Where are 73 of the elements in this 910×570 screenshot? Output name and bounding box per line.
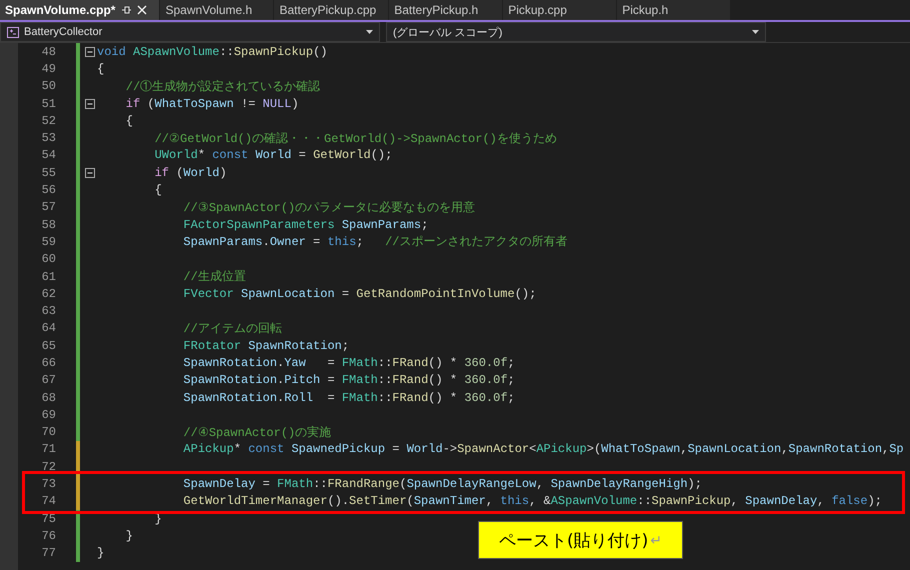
- code-line: if (World): [154, 166, 227, 180]
- line-number: 51: [40, 96, 57, 111]
- pin-icon[interactable]: [121, 5, 132, 15]
- line-number: 70: [40, 425, 57, 440]
- line-number: 62: [40, 286, 57, 301]
- code-line: FActorSpawnParameters SpawnParams;: [182, 218, 428, 232]
- code-line: void ASpawnVolume::SpawnPickup(): [97, 44, 328, 59]
- line-number: 54: [40, 148, 57, 162]
- project-icon: [7, 26, 19, 38]
- code-line: //生成位置: [182, 269, 246, 285]
- code-line: //①生成物が設定されているか確認: [124, 78, 320, 95]
- code-line: SpawnRotation.Roll = FMath::FRand() * 360.0f;: [182, 390, 515, 405]
- code-line: }: [124, 528, 134, 543]
- project-dropdown[interactable]: BatteryCollector: [0, 22, 380, 42]
- file-tab[interactable]: SpawnVolume.h: [160, 0, 274, 20]
- return-mark: ↵: [650, 532, 662, 548]
- callout-text: ペースト(貼り付け): [499, 530, 648, 552]
- code-line: if (WhatToSpawn != NULL): [124, 96, 299, 111]
- code-line: SpawnRotation.Yaw = FMath::FRand() * 360.0f;: [182, 356, 515, 370]
- caret-icon: [366, 30, 373, 34]
- code-line: GetWorldTimerManager().SetTimer(SpawnTimer, this, &ASpawnVolume::SpawnPickup, SpawnDelay, false);: [182, 494, 882, 508]
- line-number: 56: [40, 183, 57, 198]
- line-number: 72: [40, 460, 57, 474]
- code-line: //アイテムの回転: [182, 320, 282, 337]
- line-number: 64: [40, 321, 57, 336]
- code-line: UWorld* const World = GetWorld();: [154, 148, 392, 162]
- close-icon[interactable]: [137, 5, 148, 15]
- line-number: 52: [40, 114, 57, 128]
- line-number: 53: [40, 131, 57, 146]
- line-number: 76: [40, 528, 57, 543]
- collapse-icon[interactable]: [85, 46, 95, 57]
- file-tab[interactable]: BatteryPickup.cpp: [274, 0, 388, 20]
- collapse-icon[interactable]: [85, 98, 95, 109]
- line-number: 66: [40, 356, 57, 370]
- line-number: 74: [40, 494, 57, 508]
- line-number: 60: [40, 252, 57, 266]
- line-number: 67: [40, 373, 57, 388]
- line-number: 57: [40, 200, 57, 214]
- line-number: 55: [40, 166, 57, 180]
- file-tab[interactable]: Pickup.h: [617, 0, 730, 20]
- code-line: SpawnRotation.Pitch = FMath::FRand() * 360.0f;: [182, 373, 515, 388]
- line-number: 58: [40, 218, 57, 232]
- caret-icon: [752, 30, 759, 34]
- line-number: 49: [40, 62, 57, 76]
- code-line: //④SpawnActor()の実施: [182, 424, 332, 441]
- code-line: APickup* const SpawnedPickup = World->SpawnActor<APickup>(WhatToSpawn,SpawnLocation,SpawnRotation,Sp: [182, 442, 904, 456]
- file-tab[interactable]: Pickup.cpp: [503, 0, 616, 20]
- code-line: //③SpawnActor()のパラメータに必要なものを用意: [182, 200, 476, 216]
- file-tab[interactable]: BatteryPickup.h: [389, 0, 502, 20]
- line-number: 68: [40, 390, 57, 405]
- scope-dropdown[interactable]: (グローバル スコープ): [386, 22, 766, 42]
- line-number: 63: [40, 304, 57, 318]
- code-line: FRotator SpawnRotation;: [182, 338, 350, 353]
- code-line: //②GetWorld()の確認・・・GetWorld()->SpawnActor()を使うため: [154, 130, 557, 147]
- code-line: FVector SpawnLocation = GetRandomPointInVolume();: [182, 286, 536, 301]
- line-number: 50: [40, 79, 57, 94]
- line-number: 69: [40, 408, 57, 422]
- code-line: {: [124, 114, 134, 128]
- code-line: SpawnDelay = FMath::FRandRange(SpawnDelayRangeLow, SpawnDelayRangeHigh);: [182, 477, 702, 492]
- line-number: 59: [40, 234, 57, 249]
- line-number: 48: [40, 44, 57, 59]
- line-number: 77: [40, 546, 57, 560]
- code-line: }: [97, 546, 104, 560]
- line-number: 75: [40, 512, 57, 526]
- line-number: 71: [40, 442, 57, 456]
- code-line: {: [154, 183, 162, 198]
- collapse-icon[interactable]: [85, 168, 95, 178]
- code-line: {: [97, 62, 104, 76]
- line-number: 65: [40, 338, 57, 353]
- code-line: SpawnParams.Owner = this; //スポーンされたアクタの所有者: [182, 234, 568, 250]
- file-tab[interactable]: SpawnVolume.cpp*: [0, 0, 160, 20]
- line-number: 73: [40, 477, 57, 492]
- line-number: 61: [40, 270, 57, 284]
